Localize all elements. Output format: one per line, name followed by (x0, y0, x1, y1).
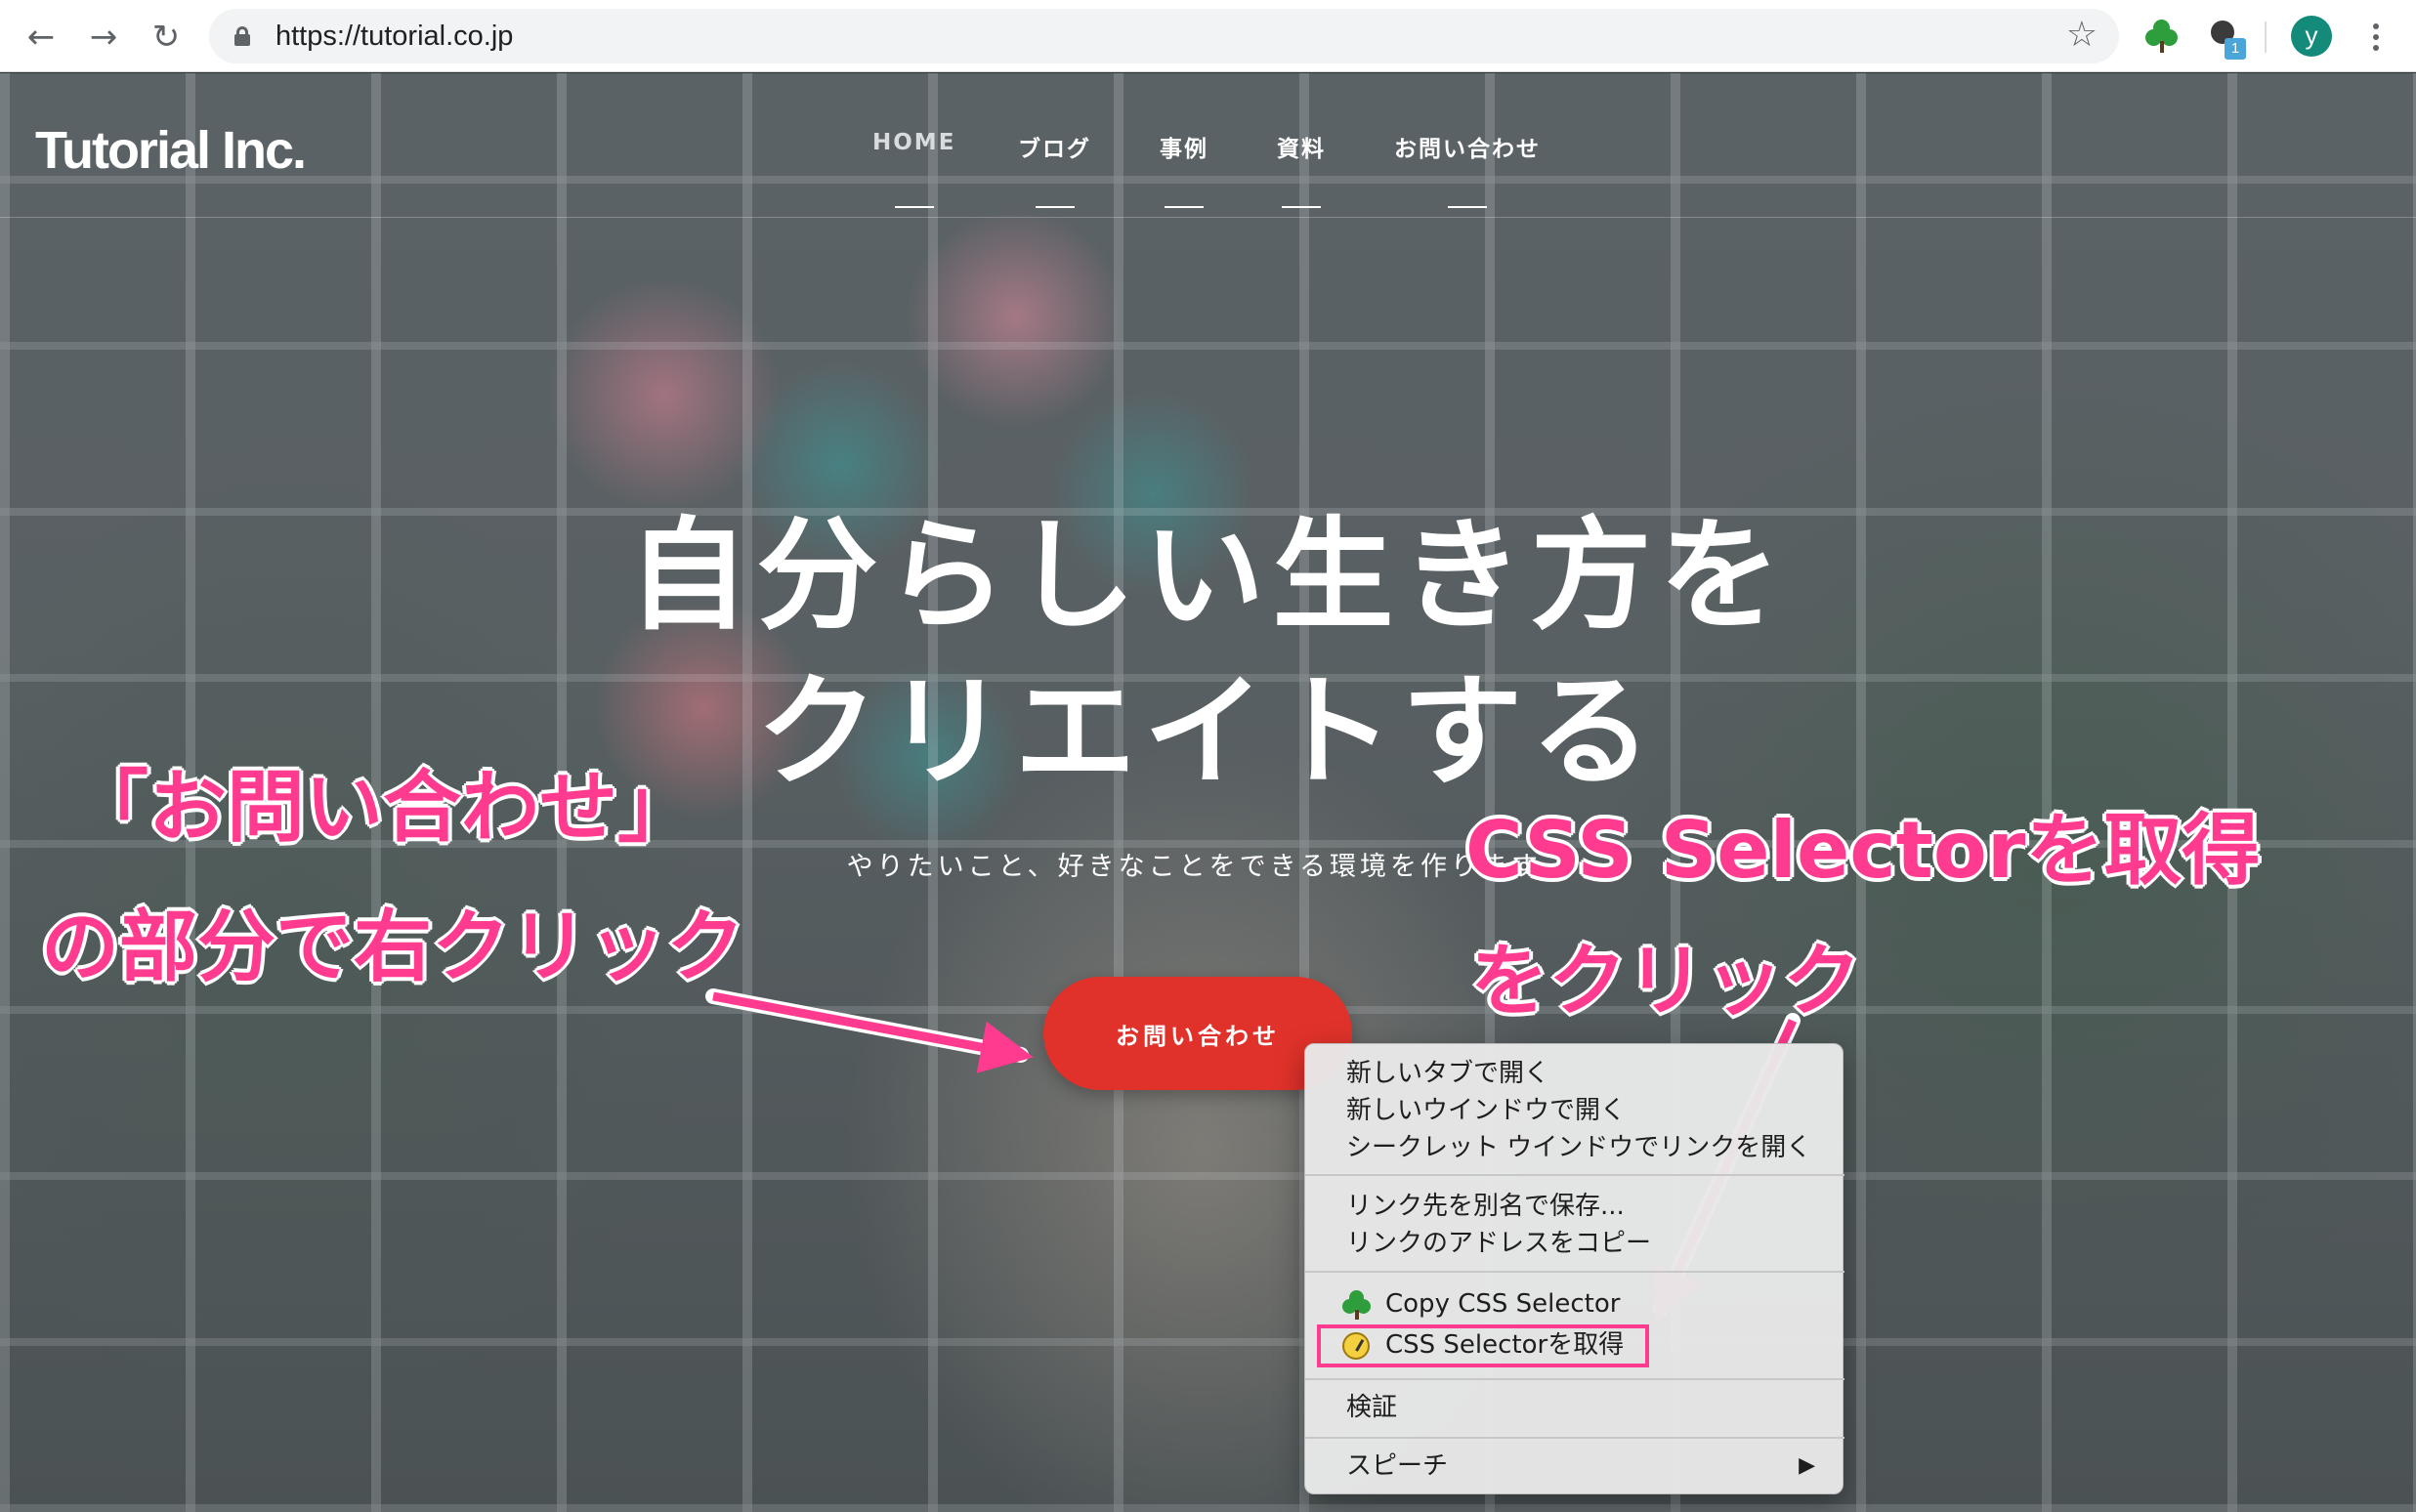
profile-avatar[interactable]: y (2291, 16, 2332, 57)
kebab-menu-icon[interactable] (2356, 16, 2395, 59)
hero-headline-line1: 自分らしい生き方を (627, 506, 1789, 647)
menu-label: リンク先を別名で保存... (1346, 1192, 1625, 1221)
browser-toolbar: ← → ↻ https://tutorial.co.jp ☆ 1 y (0, 0, 2416, 72)
reload-icon[interactable]: ↻ (143, 14, 190, 61)
lock-icon[interactable] (234, 26, 250, 46)
menu-inspect[interactable]: 検証 (1346, 1390, 1397, 1425)
menu-label: 検証 (1346, 1393, 1398, 1422)
menu-save-link-as[interactable]: リンク先を別名で保存... (1346, 1189, 1625, 1224)
annotation-left-line2: の部分で右クリック (41, 902, 744, 992)
menu-label: 新しいウインドウで開く (1346, 1096, 1627, 1125)
annotation-right-line2: をクリック (1470, 936, 1861, 1027)
nav-contact[interactable]: お問い合わせ (1394, 130, 1541, 208)
menu-divider (1305, 1437, 1844, 1439)
nav-blog[interactable]: ブログ (1018, 130, 1091, 208)
menu-open-new-window[interactable]: 新しいウインドウで開く (1346, 1093, 1626, 1128)
tree-extension-icon[interactable] (2140, 14, 2184, 59)
annotation-right-line1: CSS Selectorを取得 (1465, 805, 2261, 896)
menu-label: 新しいタブで開く (1346, 1059, 1550, 1088)
nav-cases[interactable]: 事例 (1160, 130, 1208, 208)
context-menu: 新しいタブで開く 新しいウインドウで開く シークレット ウインドウでリンクを開く… (1304, 1043, 1844, 1494)
menu-open-new-tab[interactable]: 新しいタブで開く (1346, 1056, 1549, 1091)
menu-label: スピーチ (1346, 1451, 1449, 1481)
menu-label: Copy CSS Selector (1385, 1289, 1621, 1319)
site-logo[interactable]: Tutorial Inc. (35, 120, 307, 181)
menu-speech[interactable]: スピーチ ▶ (1346, 1449, 1844, 1484)
menu-divider (1305, 1174, 1844, 1176)
menu-divider (1305, 1271, 1844, 1273)
address-bar[interactable]: https://tutorial.co.jp ☆ (209, 9, 2119, 63)
highlight-box (1317, 1324, 1649, 1367)
url-text[interactable]: https://tutorial.co.jp (276, 21, 513, 53)
nav-resources[interactable]: 資料 (1277, 130, 1326, 208)
menu-divider (1305, 1378, 1844, 1380)
nav-home[interactable]: HOME (872, 130, 955, 208)
menu-copy-css-selector[interactable]: Copy CSS Selector (1342, 1286, 1621, 1322)
menu-label: シークレット ウインドウでリンクを開く (1346, 1133, 1812, 1162)
submenu-arrow-icon: ▶ (1799, 1453, 1815, 1478)
forward-arrow-icon[interactable]: → (80, 14, 127, 61)
extension-badge: 1 (2225, 38, 2246, 60)
pin-extension-icon[interactable]: 1 (2200, 14, 2246, 60)
star-icon[interactable]: ☆ (2066, 15, 2098, 55)
site-header: Tutorial Inc. HOME ブログ 事例 資料 お問い合わせ (0, 73, 2416, 218)
back-arrow-icon[interactable]: ← (18, 14, 64, 61)
tree-extension-icon (1342, 1290, 1372, 1320)
menu-label: リンクのアドレスをコピー (1346, 1229, 1652, 1258)
toolbar-divider (2265, 21, 2267, 53)
menu-open-incognito[interactable]: シークレット ウインドウでリンクを開く (1346, 1130, 1811, 1165)
annotation-left-line1: 「お問い合わせ」 (70, 762, 696, 853)
menu-copy-link-address[interactable]: リンクのアドレスをコピー (1346, 1226, 1651, 1261)
